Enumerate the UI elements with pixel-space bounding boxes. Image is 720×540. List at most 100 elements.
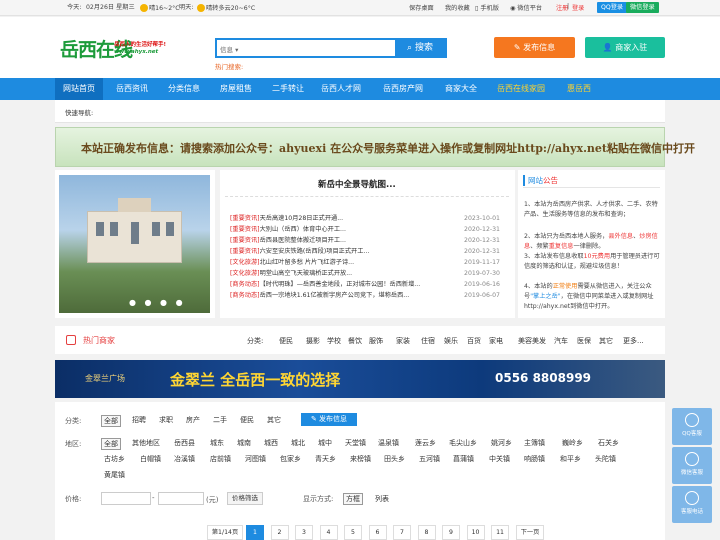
news-category[interactable]: [重要资讯]: [230, 226, 260, 233]
category-option[interactable]: 其它: [267, 415, 281, 425]
nav-housing[interactable]: 房屋租售: [220, 78, 252, 100]
area-option[interactable]: 五河镇: [419, 454, 440, 464]
shop-category-link[interactable]: 医保: [577, 336, 591, 346]
news-category[interactable]: [文化旅游]: [230, 259, 260, 266]
area-option[interactable]: 青天乡: [315, 454, 336, 464]
news-item[interactable]: [文化旅游]明堂山高空飞天玻璃桥正式开放... 2019-07-30: [230, 269, 510, 279]
nav-jobs[interactable]: 岳西人才网: [321, 78, 361, 100]
page-button[interactable]: 6: [368, 525, 387, 540]
nav-secondhand[interactable]: 二手转让: [272, 78, 304, 100]
area-option[interactable]: 菖蒲镇: [453, 454, 474, 464]
area-option[interactable]: 城北: [291, 438, 305, 448]
shop-category-link[interactable]: 住宿: [421, 336, 435, 346]
news-title[interactable]: 明堂山高空飞天玻璃桥正式开放...: [260, 270, 353, 277]
area-option[interactable]: 黄尾镇: [104, 470, 125, 480]
area-option[interactable]: 主簿镇: [524, 438, 545, 448]
news-category[interactable]: [商务动态]: [230, 292, 260, 299]
shop-category-link[interactable]: 学校: [327, 336, 341, 346]
news-title[interactable]: 岳西县医院整体搬迁项目开工...: [260, 237, 346, 244]
news-category[interactable]: [重要资讯]: [230, 248, 260, 255]
area-option[interactable]: 白帽镇: [140, 454, 161, 464]
nav-news[interactable]: 岳西资讯: [116, 78, 148, 100]
save-desktop-link[interactable]: 保存桌面: [409, 3, 434, 12]
category-option[interactable]: 全部: [101, 415, 121, 427]
nav-deals[interactable]: 惠岳西: [567, 78, 591, 100]
news-item[interactable]: [文化旅游]北山红叶留多愁 片片飞红游子诗... 2019-11-17: [230, 258, 510, 268]
page-button[interactable]: 10: [466, 525, 485, 540]
publish-info-button[interactable]: ✎ 发布信息: [494, 37, 575, 58]
page-button[interactable]: 3: [295, 525, 313, 540]
display-list-option[interactable]: 列表: [375, 494, 389, 504]
area-option[interactable]: 天堂镇: [345, 438, 366, 448]
phone-service-button[interactable]: 客服电话: [672, 486, 712, 523]
ad-banner[interactable]: 金翠兰广场 金翠兰 全岳西一致的选择 0556 8808999: [55, 360, 665, 398]
area-option[interactable]: 城中: [318, 438, 332, 448]
wechat-login-button[interactable]: 微信登录: [626, 2, 659, 13]
news-item[interactable]: [重要资讯]天岳高速10月28日正式开通... 2023-10-01: [230, 214, 510, 224]
area-option[interactable]: 城西: [264, 438, 278, 448]
area-option[interactable]: 毛尖山乡: [449, 438, 477, 448]
area-option[interactable]: 来榜镇: [350, 454, 371, 464]
news-title[interactable]: 岳西一宗地块1.61亿被新宇房产公司竞下，堪称岳西...: [260, 292, 410, 299]
news-item[interactable]: [商务动态]岳西一宗地块1.61亿被新宇房产公司竞下，堪称岳西... 2019-0…: [230, 291, 510, 301]
news-category[interactable]: [商务动态]: [230, 281, 260, 288]
category-option[interactable]: 房产: [186, 415, 200, 425]
nav-community[interactable]: 岳西在线家园: [497, 78, 545, 100]
shop-category-link[interactable]: 更多...: [623, 336, 644, 346]
news-title[interactable]: 北山红叶留多愁 片片飞红游子诗...: [260, 259, 355, 266]
favorites-link[interactable]: 我的收藏: [445, 3, 470, 12]
page-button[interactable]: 1: [246, 525, 264, 540]
shop-category-link[interactable]: 其它: [599, 336, 613, 346]
area-option[interactable]: 城南: [237, 438, 251, 448]
mobile-link[interactable]: 手机版: [480, 5, 499, 12]
shop-category-link[interactable]: 便民: [279, 336, 293, 346]
news-headline[interactable]: 新岳中全景导航图...: [318, 178, 396, 190]
area-option[interactable]: 头陀镇: [595, 454, 616, 464]
photo-slider[interactable]: ● ● ● ●: [55, 170, 215, 318]
area-option[interactable]: 河图镇: [245, 454, 266, 464]
wechat-service-button[interactable]: 微信客服: [672, 447, 712, 484]
qq-service-button[interactable]: QQ客服: [672, 408, 712, 445]
page-button[interactable]: 4: [319, 525, 338, 540]
news-category[interactable]: [重要资讯]: [230, 237, 260, 244]
area-option[interactable]: 包家乡: [280, 454, 301, 464]
price-max-input[interactable]: [158, 492, 204, 505]
next-page-button[interactable]: 下一页: [516, 525, 544, 540]
shop-category-link[interactable]: 家装: [396, 336, 410, 346]
slider-dots[interactable]: ● ● ● ●: [129, 298, 186, 307]
shop-category-link[interactable]: 服饰: [369, 336, 383, 346]
area-option[interactable]: 石关乡: [598, 438, 619, 448]
category-option[interactable]: 求职: [159, 415, 173, 425]
area-option[interactable]: 其他地区: [132, 438, 160, 448]
category-option[interactable]: 招聘: [132, 415, 146, 425]
nav-realestate[interactable]: 岳西房产网: [383, 78, 423, 100]
news-title[interactable]: 【时代明珠】—岳西善金地段，正对城市公园！岳西新增...: [260, 281, 421, 288]
category-option[interactable]: 二手: [213, 415, 227, 425]
shop-category-link[interactable]: 家电: [489, 336, 503, 346]
search-button[interactable]: ⌕ 搜索: [395, 40, 445, 56]
news-item[interactable]: [重要资讯]岳西县医院整体搬迁项目开工... 2020-12-31: [230, 236, 510, 246]
notice-banner[interactable]: 本站正确发布信息：请搜索添加公众号：ahyuexi 在公众号服务菜单进入操作或复…: [55, 127, 695, 167]
page-button[interactable]: 9: [442, 525, 460, 540]
nav-home[interactable]: 网站首页: [55, 78, 103, 100]
area-option[interactable]: 和平乡: [560, 454, 581, 464]
shop-category-link[interactable]: 汽车: [554, 336, 568, 346]
area-option[interactable]: 温泉镇: [378, 438, 399, 448]
area-option[interactable]: 岳西县: [174, 438, 195, 448]
page-button[interactable]: 7: [393, 525, 411, 540]
shop-category-link[interactable]: 娱乐: [444, 336, 458, 346]
area-option[interactable]: 中关镇: [489, 454, 510, 464]
area-option[interactable]: 店前镇: [210, 454, 231, 464]
price-min-input[interactable]: [101, 492, 151, 505]
nav-merchants[interactable]: 商家大全: [445, 78, 477, 100]
news-title[interactable]: 天岳高速10月28日正式开通...: [260, 215, 344, 222]
wechat-platform-link[interactable]: 微信平台: [517, 5, 542, 12]
area-option[interactable]: 莲云乡: [415, 438, 436, 448]
page-button[interactable]: 8: [417, 525, 436, 540]
filter-publish-button[interactable]: ✎ 发布信息: [301, 413, 357, 426]
area-option[interactable]: 全部: [101, 438, 121, 450]
nav-classifieds[interactable]: 分类信息: [168, 78, 200, 100]
shop-category-link[interactable]: 美容美发: [518, 336, 546, 346]
category-option[interactable]: 便民: [240, 415, 254, 425]
news-title[interactable]: 大别山（岳西）体育中心开工...: [260, 226, 346, 233]
